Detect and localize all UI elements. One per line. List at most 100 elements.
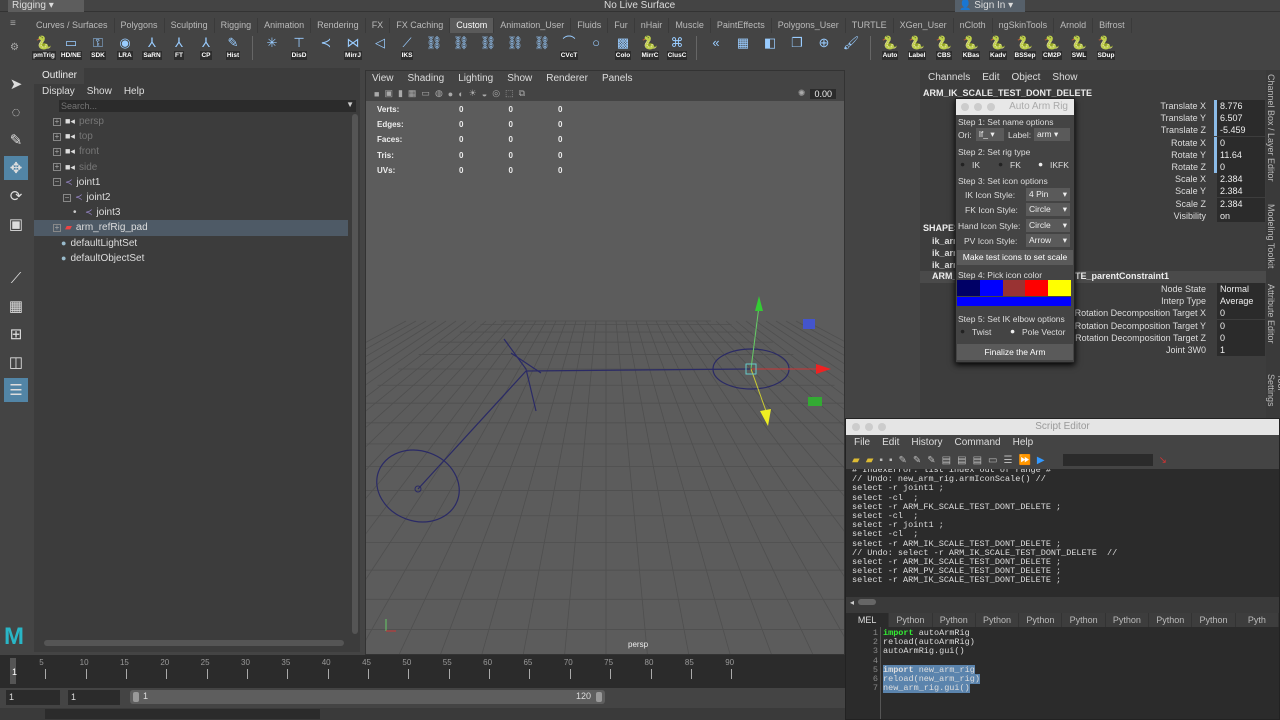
attr-value-field[interactable]: Normal (1217, 283, 1265, 295)
textured-icon[interactable]: ◐ (458, 89, 463, 99)
icon-style-dropdown[interactable]: Arrow ▾ (1026, 233, 1070, 247)
close-button[interactable] (852, 423, 860, 431)
shelf-button-add-influence[interactable]: ⊕ (812, 35, 836, 61)
range-start-handle[interactable] (133, 692, 139, 702)
attr-value-field[interactable]: 8.776 (1217, 100, 1265, 112)
attr-value-field[interactable]: 11.64 (1217, 148, 1265, 161)
wireframe-icon[interactable]: ◍ (435, 88, 443, 99)
search-dropdown-icon[interactable]: ▼ (346, 100, 354, 109)
shadows-icon[interactable]: ◒ (482, 89, 487, 99)
collapse-icon[interactable]: − (53, 178, 61, 187)
shelf-button-copy-weights[interactable]: ❐ (785, 35, 809, 61)
outliner-scrollbar[interactable] (352, 114, 358, 634)
icon-style-dropdown[interactable]: Circle ▾ (1026, 218, 1070, 232)
scale-tool-icon[interactable]: ▣ (4, 212, 28, 236)
outliner-item-joint1[interactable]: − ≺ joint1 (34, 175, 348, 190)
make-test-icons-button[interactable]: Make test icons to set scale (957, 250, 1073, 265)
channel-box-menu-show[interactable]: Show (1052, 70, 1077, 86)
viewport-menu-lighting[interactable]: Lighting (458, 71, 493, 86)
shelf-tab-xgen-user[interactable]: XGen_User (894, 18, 954, 33)
start-time-field[interactable]: 1 (6, 690, 60, 705)
search-field[interactable] (1062, 454, 1153, 466)
shelf-button-disd[interactable]: ⊤ DisD (287, 35, 311, 61)
attr-value-field[interactable]: 2.384 (1217, 185, 1265, 198)
outliner-item-joint3[interactable]: • ≺ joint3 (34, 205, 348, 220)
show-line-numbers-icon[interactable]: ✎ (913, 455, 921, 466)
attr-value-field[interactable]: 0 (1217, 319, 1265, 332)
shelf-button-brush[interactable]: 🖌 (839, 35, 863, 61)
shelf-button-constraint[interactable]: ⛓ (503, 35, 527, 61)
film-gate-icon[interactable]: ▭ (421, 88, 430, 99)
shape-node[interactable]: ik_arr (932, 247, 957, 259)
minimize-button[interactable] (865, 423, 873, 431)
range-end-handle[interactable] (596, 692, 602, 702)
execute-all-icon[interactable]: ⏩ (1018, 455, 1030, 466)
script-tab-python[interactable]: Python (1062, 613, 1106, 627)
icon-style-dropdown[interactable]: Circle ▾ (1026, 203, 1070, 217)
color-swatch[interactable] (1002, 280, 1026, 296)
outliner-item-joint2[interactable]: − ≺ joint2 (34, 190, 348, 205)
outliner-menu-help[interactable]: Help (124, 84, 145, 100)
expand-icon[interactable]: + (53, 132, 61, 141)
shelf-tab-rigging[interactable]: Rigging (215, 18, 259, 33)
expand-icon[interactable]: + (53, 147, 61, 156)
shelf-button-mirrj[interactable]: ⋈ MirrJ (341, 35, 365, 61)
shelf-button-bssep[interactable]: 🐍 BSSep (1013, 35, 1037, 61)
shelf-menu-icon[interactable]: ≡ (10, 18, 22, 30)
attr-value-field[interactable]: 2.384 (1217, 173, 1265, 186)
shelf-button-sdup[interactable]: 🐍 SDup (1094, 35, 1118, 61)
script-tab-python[interactable]: Python (1019, 613, 1063, 627)
outliner-layout-icon[interactable]: ☰ (4, 378, 28, 402)
shelf-button-cbs[interactable]: 🐍 CBS (932, 35, 956, 61)
shelf-button-mirrc[interactable]: 🐍 MirrC (638, 35, 662, 61)
shelf-tab-polygons[interactable]: Polygons (115, 18, 165, 33)
color-swatch[interactable] (957, 280, 980, 296)
shelf-button-sarn[interactable]: ⅄ SaRN (140, 35, 164, 61)
radio-ik[interactable]: ● (960, 159, 965, 169)
range-slider[interactable]: 1 120 (130, 690, 605, 704)
attr-value-field[interactable]: 2.384 (1217, 197, 1265, 210)
outliner-item-defaultLightSet[interactable]: ● defaultLightSet (34, 236, 348, 251)
shelf-button-iks[interactable]: ⟋ IKS (395, 35, 419, 61)
joint-tool-icon[interactable]: ⟋ (4, 266, 28, 290)
exposure-field[interactable]: 0.00 (810, 88, 836, 99)
clear-history-icon[interactable]: ▤ (942, 455, 951, 466)
viewport-menu-panels[interactable]: Panels (602, 71, 633, 86)
show-stack-trace-icon[interactable]: ✎ (927, 455, 935, 466)
lock-camera-icon[interactable]: ▣ (384, 88, 393, 99)
channel-box-menu-channels[interactable]: Channels (928, 70, 970, 86)
shelf-button-sdk[interactable]: ⚿ SDK (86, 35, 110, 61)
outliner-item-top[interactable]: + ■◂ top (34, 129, 348, 144)
viewport-menu-view[interactable]: View (372, 71, 394, 86)
expand-icon[interactable]: + (53, 117, 61, 126)
shelf-tab-curves-surfaces[interactable]: Curves / Surfaces (30, 18, 115, 33)
shelf-tab-fx[interactable]: FX (366, 18, 391, 33)
script-tab-pyth[interactable]: Pyth (1236, 613, 1279, 627)
attr-value-field[interactable]: 0 (1217, 136, 1265, 149)
shelf-settings-icon[interactable]: ⚙ (10, 42, 19, 53)
attr-value-field[interactable]: on (1217, 209, 1265, 222)
save-shelf-icon[interactable]: ▪ (889, 455, 893, 466)
shelf-button-hd-ne[interactable]: ▭ HD/NE (59, 35, 83, 61)
script-tab-python[interactable]: Python (889, 613, 933, 627)
history-hscrollbar[interactable]: ◂ (846, 597, 1279, 607)
expand-icon[interactable]: + (53, 223, 61, 232)
rotate-tool-icon[interactable]: ⟳ (4, 184, 28, 208)
side-tab-attribute-editor[interactable]: Attribute Editor (1266, 280, 1276, 370)
shelf-button-circle[interactable]: ○ (584, 35, 608, 61)
script-editor-menu-edit[interactable]: Edit (882, 435, 899, 451)
channel-box-menu-edit[interactable]: Edit (982, 70, 999, 86)
shelf-tab-muscle[interactable]: Muscle (669, 18, 711, 33)
outliner-hscrollbar[interactable] (44, 640, 344, 646)
viewport-menu-shading[interactable]: Shading (408, 71, 445, 86)
shelf-button-paint-weights[interactable]: ▦ (731, 35, 755, 61)
zoom-button[interactable] (878, 423, 886, 431)
script-editor-menu-file[interactable]: File (854, 435, 870, 451)
shelf-button-bend[interactable]: « (704, 35, 728, 61)
open-script-icon[interactable]: ▰ (852, 455, 860, 466)
shelf-button-hist[interactable]: ✎ Hist (221, 35, 245, 61)
color-swatch[interactable] (1048, 280, 1071, 296)
lights-icon[interactable]: ☀ (469, 88, 477, 99)
collapse-icon[interactable]: − (63, 193, 71, 202)
shelf-button-kbas[interactable]: 🐍 KBas (959, 35, 983, 61)
